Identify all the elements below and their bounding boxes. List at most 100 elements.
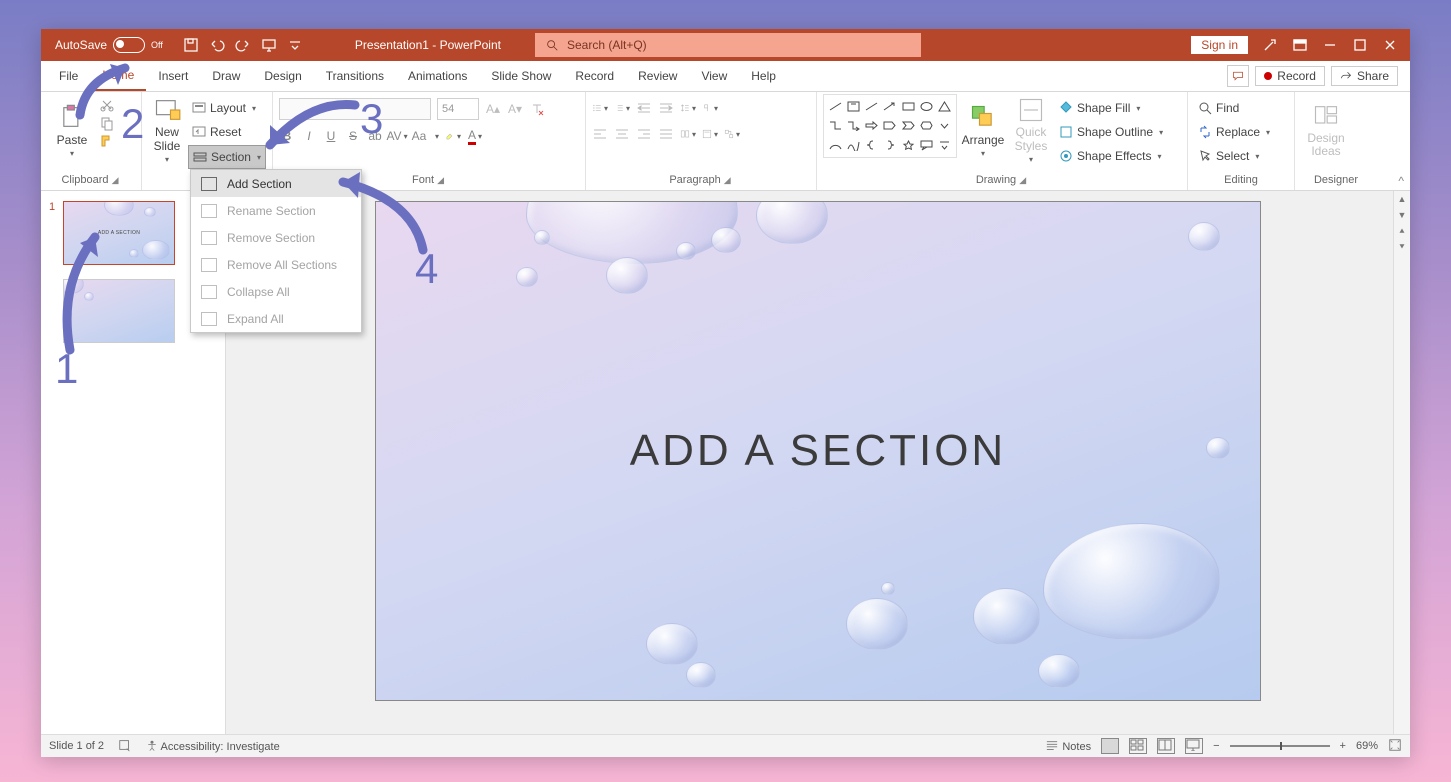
tab-slideshow[interactable]: Slide Show [479, 61, 563, 91]
reset-icon [192, 125, 206, 139]
scroll-up-icon[interactable]: ▲ [1394, 191, 1410, 207]
accessibility-status[interactable]: Accessibility: Investigate [146, 740, 280, 753]
shape-outline-icon [1059, 125, 1073, 139]
tab-view[interactable]: View [689, 61, 739, 91]
fit-to-window-icon[interactable] [1388, 738, 1402, 755]
slide[interactable]: ADD A SECTION [375, 201, 1261, 701]
tab-transitions[interactable]: Transitions [314, 61, 396, 91]
present-from-start-icon[interactable] [261, 37, 277, 53]
group-designer: Design Ideas Designer [1295, 92, 1377, 190]
columns-icon[interactable]: ▾ [680, 126, 696, 142]
paragraph-launcher-icon[interactable]: ◢ [724, 175, 733, 185]
bullets-icon[interactable]: ▾ [592, 100, 608, 116]
undo-icon[interactable] [209, 37, 225, 53]
slide-counter[interactable]: Slide 1 of 2 [49, 740, 104, 752]
notes-button[interactable]: Notes [1045, 740, 1091, 753]
quick-styles-icon [1017, 96, 1045, 124]
comments-button[interactable] [1227, 65, 1249, 87]
tab-insert[interactable]: Insert [146, 61, 200, 91]
select-button[interactable]: Select▾ [1194, 145, 1274, 167]
shape-oval-icon [920, 101, 933, 112]
shape-arrow-line-icon [883, 101, 896, 112]
zoom-slider[interactable] [1230, 745, 1330, 747]
slideshow-view-icon[interactable] [1185, 738, 1203, 754]
quick-styles-button[interactable]: Quick Styles▾ [1009, 94, 1053, 166]
design-ideas-icon [1312, 102, 1340, 130]
autosave-label: AutoSave [55, 38, 107, 52]
design-ideas-button[interactable]: Design Ideas [1301, 94, 1351, 166]
change-case-icon[interactable]: Aa [411, 128, 427, 144]
shape-pentagon-icon [883, 120, 896, 131]
autosave-toggle[interactable]: AutoSave Off [47, 37, 171, 53]
zoom-out-icon[interactable]: − [1213, 740, 1219, 752]
share-button[interactable]: Share [1331, 66, 1398, 86]
qat-more-icon[interactable] [287, 37, 303, 53]
shape-effects-button[interactable]: Shape Effects▾ [1055, 145, 1167, 167]
align-right-icon[interactable] [636, 126, 652, 142]
align-text-icon[interactable]: ▾ [702, 126, 718, 142]
next-slide-icon[interactable]: ⯆ [1394, 239, 1410, 255]
shape-outline-button[interactable]: Shape Outline▾ [1055, 121, 1167, 143]
collapse-ribbon-icon[interactable]: ^ [1398, 174, 1404, 188]
tab-review[interactable]: Review [626, 61, 689, 91]
line-spacing-icon[interactable]: ▾ [680, 100, 696, 116]
prev-slide-icon[interactable]: ⯅ [1394, 223, 1410, 239]
record-button[interactable]: Record [1255, 66, 1325, 86]
signin-button[interactable]: Sign in [1191, 36, 1248, 54]
smartart-icon[interactable]: ▾ [724, 126, 740, 142]
tab-animations[interactable]: Animations [396, 61, 479, 91]
annotation-1: 1 [55, 345, 78, 393]
text-direction-icon[interactable]: ▾ [702, 100, 718, 116]
share-icon [1340, 70, 1352, 82]
shape-curve-icon [847, 140, 860, 151]
reading-view-icon[interactable] [1157, 738, 1175, 754]
font-size-input[interactable]: 54 [437, 98, 479, 120]
shape-brace-r-icon [883, 140, 896, 151]
drawing-launcher-icon[interactable]: ◢ [1019, 175, 1028, 185]
sorter-view-icon[interactable] [1129, 738, 1147, 754]
zoom-level[interactable]: 69% [1356, 740, 1378, 752]
align-left-icon[interactable] [592, 126, 608, 142]
tab-design[interactable]: Design [252, 61, 313, 91]
clear-formatting-icon[interactable] [529, 101, 545, 117]
zoom-in-icon[interactable]: + [1340, 740, 1346, 752]
numbering-icon[interactable]: ▾ [614, 100, 630, 116]
decrease-font-icon[interactable]: A▾ [507, 101, 523, 117]
tab-draw[interactable]: Draw [200, 61, 252, 91]
vertical-scrollbar[interactable]: ▲ ▼ ⯅ ⯆ [1393, 191, 1410, 734]
coming-soon-icon[interactable] [1262, 37, 1278, 53]
spellcheck-icon[interactable] [118, 738, 132, 755]
font-color-icon[interactable]: A▾ [467, 128, 483, 144]
minimize-icon[interactable] [1322, 37, 1338, 53]
new-slide-button[interactable]: New Slide▾ [148, 94, 186, 166]
find-button[interactable]: Find [1194, 97, 1274, 119]
slide-canvas-area: ADD A SECTION ▲ ▼ ⯅ ⯆ [226, 191, 1410, 734]
group-editing: Find Replace▾ Select▾ Editing [1188, 92, 1295, 190]
justify-icon[interactable] [658, 126, 674, 142]
increase-indent-icon[interactable] [658, 100, 674, 116]
align-center-icon[interactable] [614, 126, 630, 142]
close-icon[interactable] [1382, 37, 1398, 53]
font-launcher-icon[interactable]: ◢ [437, 175, 446, 185]
save-icon[interactable] [183, 37, 199, 53]
search-box[interactable]: Search (Alt+Q) [535, 33, 921, 57]
tab-record[interactable]: Record [563, 61, 626, 91]
tab-help[interactable]: Help [739, 61, 788, 91]
scroll-down-icon[interactable]: ▼ [1394, 207, 1410, 223]
format-painter-icon[interactable] [99, 133, 115, 149]
highlight-icon[interactable]: ▾ [445, 128, 461, 144]
redo-icon[interactable] [235, 37, 251, 53]
shapes-gallery[interactable] [823, 94, 957, 158]
ribbon-display-icon[interactable] [1292, 37, 1308, 53]
decrease-indent-icon[interactable] [636, 100, 652, 116]
normal-view-icon[interactable] [1101, 738, 1119, 754]
arrange-button[interactable]: Arrange▾ [959, 94, 1007, 166]
char-spacing-icon[interactable]: AV▾ [389, 128, 405, 144]
increase-font-icon[interactable]: A▴ [485, 101, 501, 117]
menu-collapse-all: Collapse All [191, 278, 361, 305]
group-paragraph: ▾ ▾ ▾ ▾ ▾ ▾ ▾ Paragraph ◢ [586, 92, 817, 190]
clipboard-launcher-icon[interactable]: ◢ [112, 175, 121, 185]
shape-fill-button[interactable]: Shape Fill▾ [1055, 97, 1167, 119]
replace-button[interactable]: Replace▾ [1194, 121, 1274, 143]
maximize-icon[interactable] [1352, 37, 1368, 53]
